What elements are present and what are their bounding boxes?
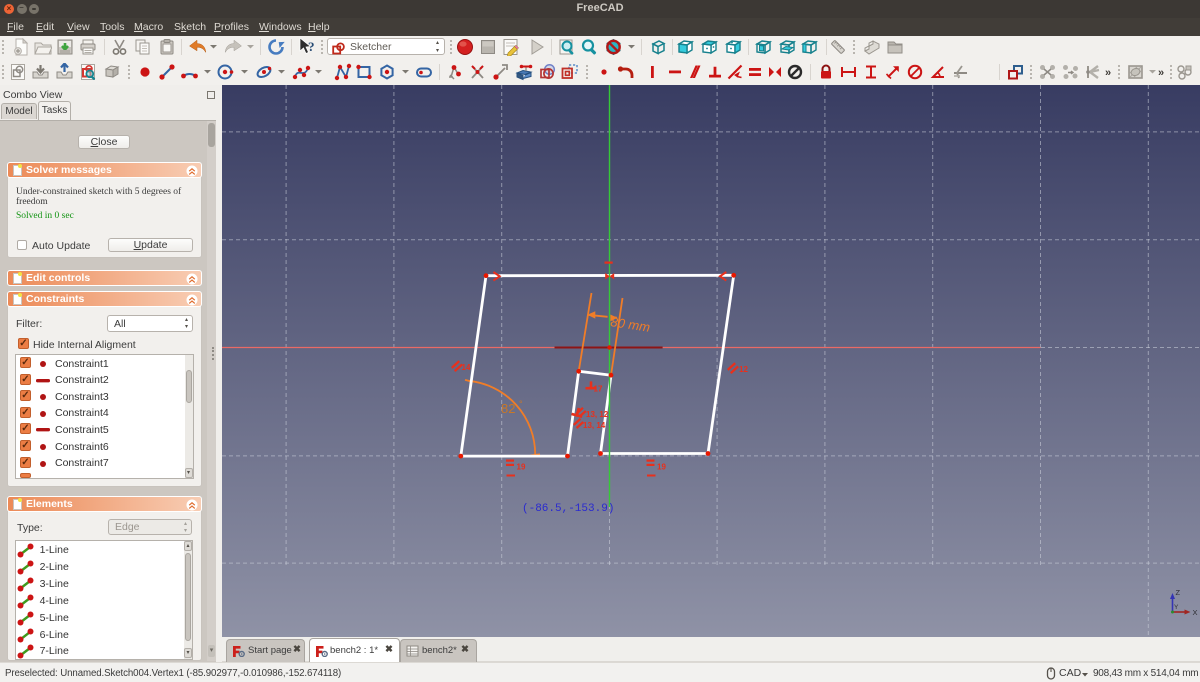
svg-text:82: 82	[501, 401, 515, 416]
svg-text:19: 19	[517, 463, 526, 472]
svg-text:?: ?	[308, 39, 315, 54]
svg-text:Y: Y	[1174, 604, 1179, 611]
svg-text:(-86.5,-153.9): (-86.5,-153.9)	[522, 503, 614, 515]
svg-text:14: 14	[462, 363, 471, 372]
svg-text:13, 12: 13, 12	[586, 410, 609, 419]
svg-text:19: 19	[657, 463, 666, 472]
svg-text:°: °	[519, 399, 523, 409]
svg-text:X: X	[1193, 608, 1198, 617]
svg-text:13, 14: 13, 14	[583, 421, 606, 430]
svg-text:12: 12	[739, 365, 748, 374]
svg-text:17: 17	[594, 385, 603, 394]
svg-text:Z: Z	[1176, 588, 1181, 597]
